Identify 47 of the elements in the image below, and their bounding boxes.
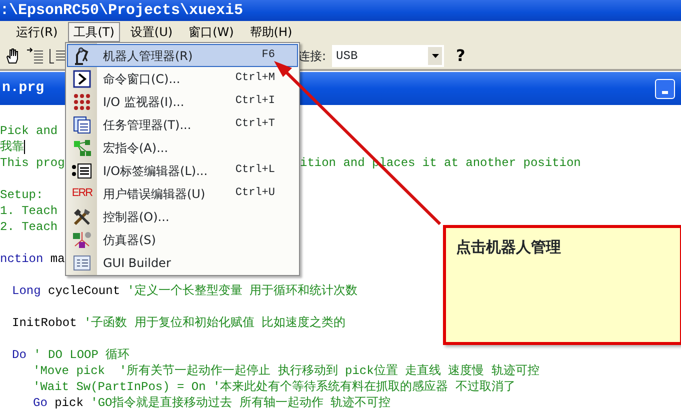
code-text: 我靠 [0, 139, 24, 155]
command-prompt-icon [73, 70, 91, 88]
task-window-icon [73, 116, 91, 134]
code-text: 'Move pick '所有关节一起动作一起停止 执行移动到 pick位置 走直线 速度慢 轨迹可控 [33, 363, 540, 379]
code-text: nction ma [0, 251, 65, 267]
menu-item[interactable]: 帮助(H) [244, 22, 298, 42]
tools-icon [72, 206, 92, 226]
code-text: 'Wait Sw(PartInPos) = On '本来此处有个等待系统有料在抓取的感应器 不过取消了 [33, 379, 516, 395]
callout-text: 点击机器人管理 [456, 237, 562, 258]
code-text: 2. Teach [0, 219, 58, 235]
node-graph-icon [72, 138, 92, 156]
outdent-icon[interactable] [48, 46, 66, 64]
menu-item[interactable]: 设置(U) [124, 22, 179, 42]
help-button[interactable]: ? [450, 46, 472, 66]
menu-item[interactable]: I/O 监视器(I)... Ctrl+I [67, 90, 298, 113]
label-list-icon [72, 162, 92, 178]
minimize-button[interactable] [655, 78, 675, 98]
menu-item[interactable]: I/O标签编辑器(L)... Ctrl+L [67, 159, 298, 182]
menu-item[interactable]: 任务管理器(T)... Ctrl+T [67, 113, 298, 136]
menu-item[interactable]: 工具(T) [68, 22, 120, 42]
dot-grid-icon [73, 92, 91, 110]
menu-item[interactable]: 运行(R) [10, 22, 64, 42]
indent-icon[interactable] [26, 46, 44, 64]
code-text: Do ' DO LOOP 循环 [12, 347, 130, 363]
code-text: InitRobot '子函数 用于复位和初始化赋值 比如速度之类的 [12, 315, 346, 331]
menu-item[interactable]: 控制器(O)... [67, 205, 298, 228]
document-title: n.prg [1, 79, 44, 98]
window-title: :\EpsonRC50\Projects\xuexi5 [0, 0, 681, 21]
connection-dropdown[interactable]: USB [332, 44, 444, 66]
dropdown-arrow-icon [432, 54, 439, 58]
menu-item[interactable]: 宏指令(A)... [67, 136, 298, 159]
menu-item[interactable]: 窗口(W) [182, 22, 240, 42]
menu-item[interactable]: GUI Builder [67, 251, 298, 274]
code-text: Pick and [0, 123, 58, 139]
error-icon: ERR [72, 185, 92, 202]
menu-item[interactable]: 命令窗口(C)... Ctrl+M [67, 67, 298, 90]
code-text: Long cycleCount '定义一个长整型变量 用于循环和统计次数 [12, 283, 358, 299]
minimize-icon [662, 90, 668, 94]
code-text: 1. Teach [0, 203, 58, 219]
code-text: This prog [0, 155, 65, 171]
simulator-icon [72, 230, 92, 250]
code-text: Setup: [0, 187, 44, 203]
menu-item[interactable]: 仿真器(S) [67, 228, 298, 251]
menu-item[interactable]: 机器人管理器(R) F6 [67, 44, 298, 67]
form-window-icon [73, 254, 91, 272]
menu-item[interactable]: ERR 用户错误编辑器(U) Ctrl+U [67, 182, 298, 205]
code-text: Go pick 'GO指令就是直接移动过去 所有轴一起动作 轨迹不可控 [33, 395, 391, 411]
